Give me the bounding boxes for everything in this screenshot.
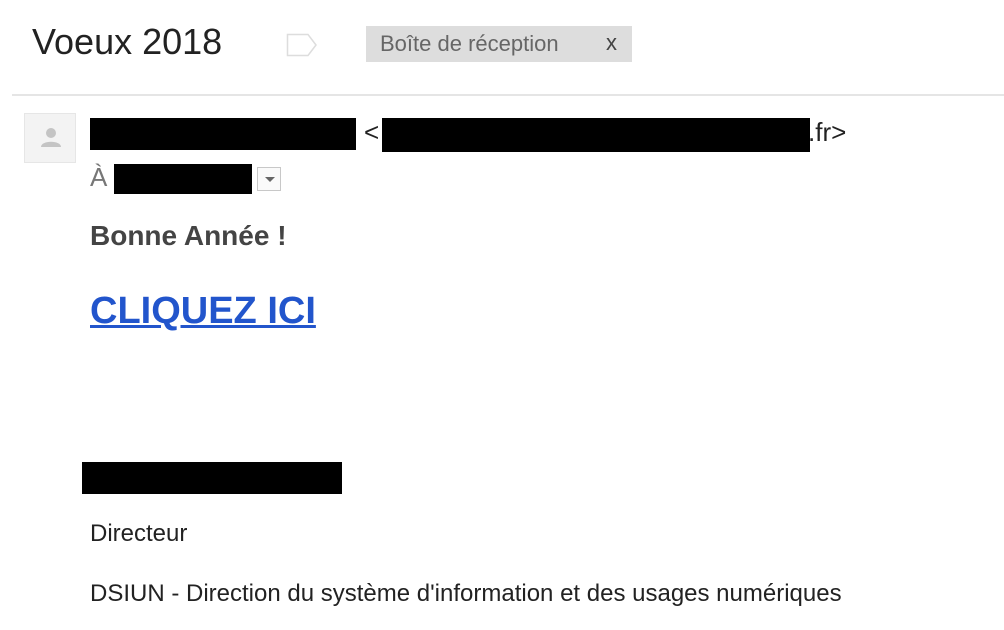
email-view: Voeux 2018 Boîte de réception x < .fr> À… <box>0 0 1004 630</box>
signature-title: Directeur <box>90 520 188 547</box>
sender-email-suffix: .fr> <box>808 117 847 147</box>
header-divider <box>12 94 1004 96</box>
sender-email-redaction <box>382 118 810 152</box>
signature-organization: DSIUN - Direction du système d'informati… <box>90 580 842 607</box>
recipient-redaction <box>114 164 252 194</box>
inbox-label-text: Boîte de réception <box>380 31 559 56</box>
show-details-button[interactable] <box>257 167 281 191</box>
inbox-label-chip[interactable]: Boîte de réception x <box>366 26 632 62</box>
chevron-down-icon <box>265 177 275 182</box>
remove-label-button[interactable]: x <box>606 30 617 56</box>
cliquez-ici-link[interactable]: CLIQUEZ ICI <box>90 290 316 333</box>
recipient-label: À <box>90 162 108 192</box>
sender-email-prefix: < <box>364 117 380 147</box>
label-tag-icon[interactable] <box>286 33 318 57</box>
email-subject: Voeux 2018 <box>32 21 223 62</box>
sender-name-redaction <box>90 118 356 150</box>
person-icon <box>24 113 76 163</box>
email-greeting: Bonne Année ! <box>90 220 287 251</box>
signature-name-redaction <box>82 462 342 494</box>
